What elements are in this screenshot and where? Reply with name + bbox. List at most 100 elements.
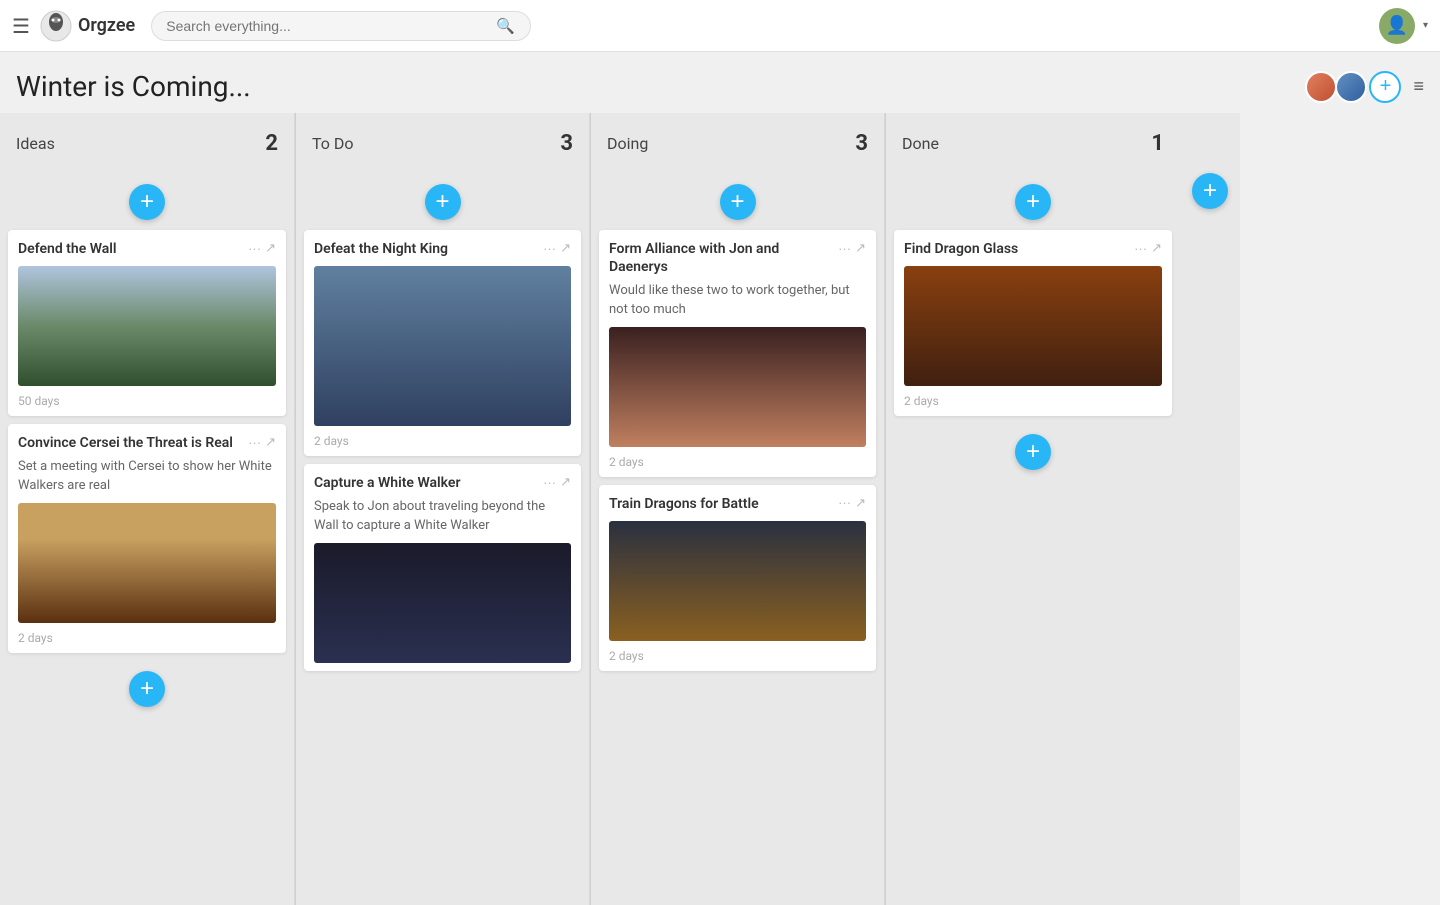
card-days-defeat-nightking: 2 days: [314, 434, 349, 448]
add-card-row-done-bottom: +: [894, 424, 1172, 480]
card-top: Defeat the Night King ··· ↗: [314, 240, 571, 258]
card-external-link-button[interactable]: ↗: [560, 240, 571, 256]
card-footer-convince-cersei: 2 days: [18, 631, 276, 645]
card-train-dragons: Train Dragons for Battle ··· ↗ 2 days: [599, 485, 876, 671]
card-title-capture-whitewalker: Capture a White Walker: [314, 474, 537, 492]
column-doing: Doing 3 + Form Alliance with Jon and Dae…: [590, 113, 885, 905]
card-image-capture-whitewalker: [314, 543, 571, 663]
page-title-bar: Winter is Coming... + ≡: [0, 52, 1440, 113]
card-defeat-nightking: Defeat the Night King ··· ↗ 2 days: [304, 230, 581, 456]
add-card-button-ideas-top[interactable]: +: [129, 184, 165, 220]
card-title-form-alliance: Form Alliance with Jon and Daenerys: [609, 240, 832, 276]
column-count-ideas: 2: [265, 131, 278, 156]
column-title-done: Done: [902, 134, 939, 153]
card-capture-whitewalker: Capture a White Walker ··· ↗ Speak to Jo…: [304, 464, 581, 671]
add-card-row-doing-top: +: [599, 174, 876, 230]
member-avatar-2[interactable]: [1335, 71, 1367, 103]
column-header-todo: To Do 3: [296, 113, 589, 174]
board-menu-icon[interactable]: ≡: [1413, 76, 1424, 97]
card-footer-train-dragons: 2 days: [609, 649, 866, 663]
card-ellipsis-button[interactable]: ···: [543, 241, 556, 256]
card-ellipsis-button[interactable]: ···: [248, 241, 261, 256]
user-avatar[interactable]: 👤: [1379, 8, 1415, 44]
card-top: Convince Cersei the Threat is Real ··· ↗: [18, 434, 276, 452]
card-ellipsis-button[interactable]: ···: [1134, 241, 1147, 256]
card-footer-form-alliance: 2 days: [609, 455, 866, 469]
column-cards-doing: + Form Alliance with Jon and Daenerys ··…: [591, 174, 884, 905]
card-top: Train Dragons for Battle ··· ↗: [609, 495, 866, 513]
column-header-done: Done 1: [886, 113, 1180, 174]
card-top: Capture a White Walker ··· ↗: [314, 474, 571, 492]
card-external-link-button[interactable]: ↗: [855, 240, 866, 256]
add-card-row-ideas-top: +: [8, 174, 286, 230]
column-cards-ideas: + Defend the Wall ··· ↗ 50 days: [0, 174, 294, 905]
card-top: Defend the Wall ··· ↗: [18, 240, 276, 258]
add-card-button-doing-top[interactable]: +: [720, 184, 756, 220]
column-todo: To Do 3 + Defeat the Night King ··· ↗ 2 …: [295, 113, 590, 905]
card-ellipsis-button[interactable]: ···: [543, 475, 556, 490]
add-card-button-done-top[interactable]: +: [1015, 184, 1051, 220]
card-external-link-button[interactable]: ↗: [265, 240, 276, 256]
card-image-find-dragonglass: [904, 266, 1162, 386]
card-footer-defend-wall: 50 days: [18, 394, 276, 408]
card-external-link-button[interactable]: ↗: [560, 474, 571, 490]
card-desc-capture-whitewalker: Speak to Jon about traveling beyond the …: [314, 498, 571, 534]
card-convince-cersei: Convince Cersei the Threat is Real ··· ↗…: [8, 424, 286, 653]
card-ellipsis-button[interactable]: ···: [838, 495, 851, 510]
user-menu-chevron[interactable]: ▾: [1423, 20, 1428, 31]
column-cards-todo: + Defeat the Night King ··· ↗ 2 days: [296, 174, 589, 905]
column-count-done: 1: [1151, 131, 1164, 156]
card-external-link-button[interactable]: ↗: [265, 434, 276, 450]
column-header-doing: Doing 3: [591, 113, 884, 174]
title-right-area: + ≡: [1305, 71, 1424, 103]
card-top: Find Dragon Glass ··· ↗: [904, 240, 1162, 258]
card-days-train-dragons: 2 days: [609, 649, 644, 663]
add-column-area: +: [1180, 113, 1240, 905]
column-header-ideas: Ideas 2: [0, 113, 294, 174]
add-member-button[interactable]: +: [1369, 71, 1401, 103]
column-title-doing: Doing: [607, 134, 648, 153]
card-days-convince-cersei: 2 days: [18, 631, 53, 645]
card-icons: ··· ↗: [248, 434, 276, 450]
search-input[interactable]: [166, 18, 496, 34]
card-external-link-button[interactable]: ↗: [855, 495, 866, 511]
logo-text: Orgzee: [78, 15, 135, 36]
add-card-button-done-bottom[interactable]: +: [1015, 434, 1051, 470]
card-title-defend-wall: Defend the Wall: [18, 240, 242, 258]
card-icons: ··· ↗: [838, 240, 866, 256]
header: ☰ Orgzee 🔍 👤 ▾: [0, 0, 1440, 52]
card-title-defeat-nightking: Defeat the Night King: [314, 240, 537, 258]
column-title-ideas: Ideas: [16, 134, 55, 153]
card-days-defend-wall: 50 days: [18, 394, 60, 408]
card-days-find-dragonglass: 2 days: [904, 394, 939, 408]
board: Ideas 2 + Defend the Wall ··· ↗ 50 days: [0, 113, 1440, 905]
card-image-form-alliance: [609, 327, 866, 447]
card-image-convince-cersei: [18, 503, 276, 623]
logo-icon: [40, 10, 72, 42]
hamburger-icon[interactable]: ☰: [12, 14, 30, 38]
card-title-convince-cersei: Convince Cersei the Threat is Real: [18, 434, 242, 452]
add-card-button-todo-top[interactable]: +: [425, 184, 461, 220]
card-footer-find-dragonglass: 2 days: [904, 394, 1162, 408]
column-done: Done 1 + Find Dragon Glass ··· ↗ 2 days: [885, 113, 1180, 905]
add-card-button-ideas-bottom[interactable]: +: [129, 671, 165, 707]
card-image-defeat-nightking: [314, 266, 571, 426]
card-external-link-button[interactable]: ↗: [1151, 240, 1162, 256]
column-title-todo: To Do: [312, 134, 354, 153]
card-icons: ··· ↗: [543, 240, 571, 256]
card-title-train-dragons: Train Dragons for Battle: [609, 495, 832, 513]
member-avatar-1[interactable]: [1305, 71, 1337, 103]
logo-area: Orgzee: [40, 10, 135, 42]
card-defend-wall: Defend the Wall ··· ↗ 50 days: [8, 230, 286, 416]
card-top: Form Alliance with Jon and Daenerys ··· …: [609, 240, 866, 276]
add-card-row-done-top: +: [894, 174, 1172, 230]
search-icon: 🔍: [496, 17, 515, 35]
header-right: 👤 ▾: [1379, 8, 1428, 44]
column-ideas: Ideas 2 + Defend the Wall ··· ↗ 50 days: [0, 113, 295, 905]
card-ellipsis-button[interactable]: ···: [838, 241, 851, 256]
add-column-button[interactable]: +: [1192, 173, 1228, 209]
card-ellipsis-button[interactable]: ···: [248, 435, 261, 450]
card-icons: ··· ↗: [543, 474, 571, 490]
card-image-defend-wall: [18, 266, 276, 386]
card-find-dragonglass: Find Dragon Glass ··· ↗ 2 days: [894, 230, 1172, 416]
